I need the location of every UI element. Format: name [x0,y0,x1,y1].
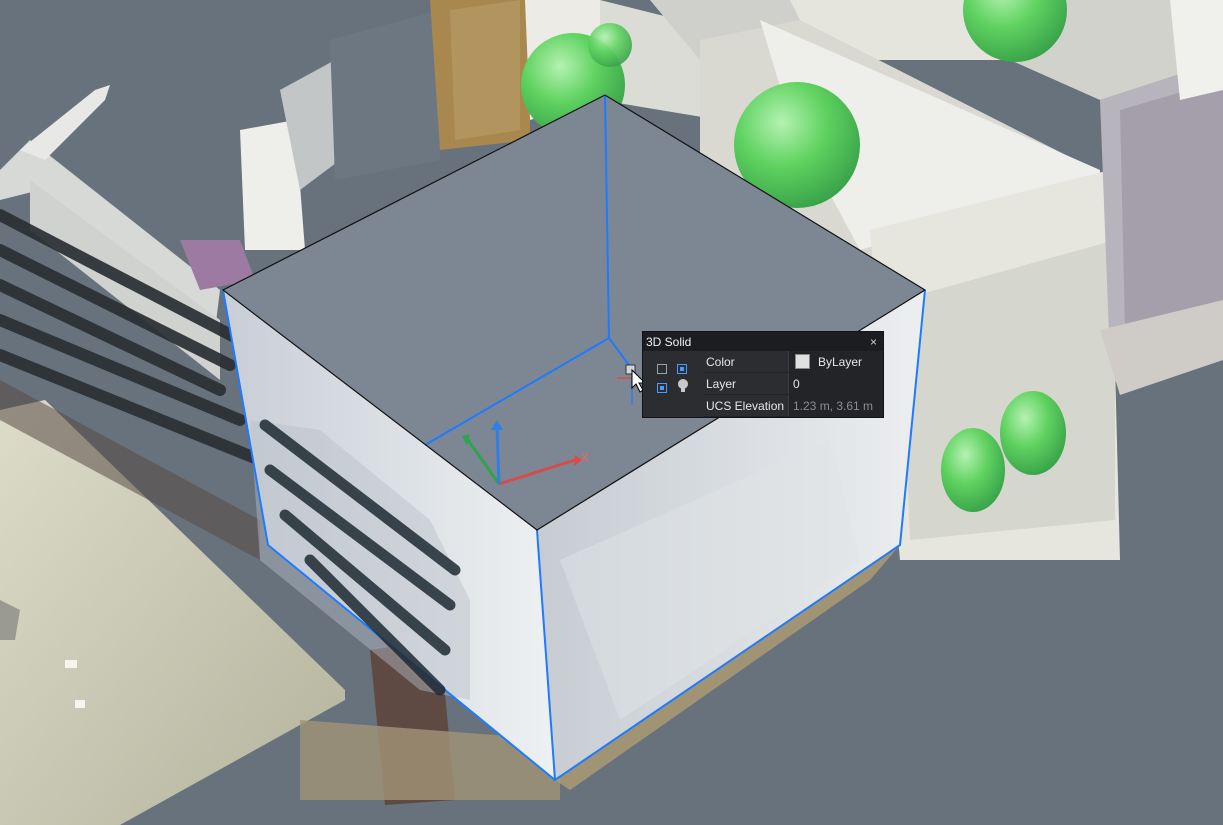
color-swatch [795,354,810,369]
quad-titlebar[interactable]: 3D Solid × [643,332,883,351]
ucs-x-label: X [580,449,590,465]
property-value[interactable]: 1.23 m, 3.61 m [789,395,883,416]
property-label: Layer [703,373,789,394]
quad-property-list: Color ByLayer Layer 0 UCS Elevation 1.23… [703,351,883,417]
property-row-ucs-elevation[interactable]: UCS Elevation 1.23 m, 3.61 m [703,395,883,417]
close-icon[interactable]: × [870,336,877,348]
quad-title: 3D Solid [646,334,692,349]
color-value: ByLayer [818,354,863,369]
property-label: UCS Elevation [703,395,789,416]
lightbulb-icon[interactable] [676,378,690,394]
property-value[interactable]: ByLayer [789,351,883,372]
property-label: Color [703,351,789,372]
property-row-layer[interactable]: Layer 0 [703,373,883,395]
quad-properties-panel[interactable]: 3D Solid × Color ByLayer Layer 0 UCS Ele… [642,331,884,418]
selected-box-icon[interactable] [657,383,667,393]
quad-side-icons [643,351,703,417]
3d-viewport[interactable]: X 3D Solid × Color ByLayer Layer 0 UCS E… [0,0,1223,825]
property-value[interactable]: 0 [789,373,883,394]
property-row-color[interactable]: Color ByLayer [703,351,883,373]
selected-box-icon[interactable] [677,364,687,374]
checkbox-icon[interactable] [657,364,667,374]
point-cloud-scene[interactable]: X [0,0,1223,825]
